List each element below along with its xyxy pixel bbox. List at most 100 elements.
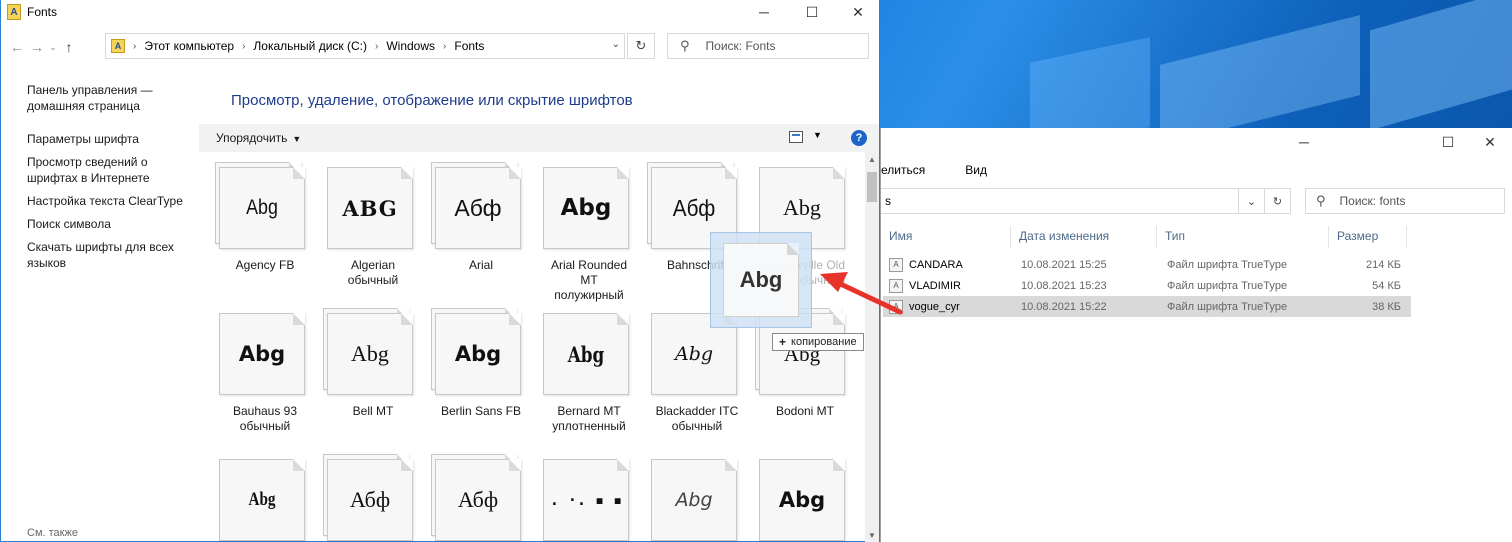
- recent-locations-chevron-icon[interactable]: ⌄: [47, 42, 59, 53]
- wallpaper-pane: [1370, 0, 1512, 131]
- column-headers: Имя Дата изменения Тип Размер: [881, 226, 1421, 248]
- wallpaper-pane: [1160, 15, 1360, 145]
- task-link[interactable]: Скачать шрифты для всех языков: [27, 239, 187, 271]
- command-bar: Упорядочить ▼ ▼ ?: [199, 124, 879, 152]
- font-file-icon: A: [889, 257, 903, 272]
- drag-ghost-sample: Abg: [739, 267, 783, 292]
- scroll-up-icon[interactable]: ▲: [865, 152, 879, 166]
- fonts-folder-icon: A: [7, 4, 21, 20]
- chevron-down-icon: ▼: [292, 134, 302, 144]
- up-arrow-icon[interactable]: ↑: [59, 39, 79, 55]
- breadcrumb-this-pc[interactable]: Этот компьютер: [144, 39, 234, 53]
- file-type: Файл шрифта TrueType: [1167, 258, 1288, 271]
- file-name: CANDARA: [909, 258, 963, 271]
- ribbon-tab-share[interactable]: елиться: [881, 163, 925, 177]
- font-name-label: Arial Rounded MT полужирный: [550, 258, 628, 302]
- search-placeholder: Поиск: fonts: [1339, 194, 1406, 208]
- left-task-pane: Панель управления — домашняя страница Пар…: [27, 82, 187, 278]
- font-file-icon: A: [889, 299, 903, 314]
- ribbon-tabs: елиться Вид: [881, 156, 1512, 184]
- font-name-label: Blackadder ITC обычный: [655, 404, 739, 433]
- navigation-bar: ← → ⌄ ↑ A › Этот компьютер › Локальный д…: [1, 33, 879, 61]
- file-row[interactable]: Avogue_cyr 10.08.2021 15:22 Файл шрифта Tr…: [883, 296, 1411, 317]
- column-header-date[interactable]: Дата изменения: [1011, 226, 1157, 248]
- view-options-chevron-icon[interactable]: ▼: [813, 130, 822, 140]
- scrollbar-thumb[interactable]: [867, 172, 877, 202]
- search-input[interactable]: ⚲ Поиск: Fonts: [667, 33, 869, 59]
- breadcrumb-fonts[interactable]: Fonts: [454, 39, 484, 53]
- fonts-folder-icon: A: [111, 39, 125, 53]
- font-sample: Abg: [560, 195, 612, 221]
- font-sample: ABG: [342, 195, 398, 221]
- task-link[interactable]: Просмотр сведений о шрифтах в Интернете: [27, 154, 187, 186]
- file-date: 10.08.2021 15:23: [1021, 279, 1107, 292]
- font-name-label: Algerian обычный: [347, 258, 399, 287]
- task-link[interactable]: Настройка текста ClearType: [27, 193, 187, 209]
- font-sample: Abg: [248, 489, 276, 510]
- file-row[interactable]: A VLADIMIR 10.08.2021 15:23 Файл шрифта Tru…: [883, 275, 1411, 296]
- font-sample: Абф: [349, 487, 391, 512]
- chevron-down-icon[interactable]: ⌄: [612, 39, 620, 50]
- breadcrumb-separator-icon[interactable]: ›: [242, 41, 245, 52]
- change-view-icon[interactable]: [789, 131, 803, 143]
- minimize-icon[interactable]: ─: [1281, 128, 1327, 156]
- ribbon-tab-view[interactable]: Вид: [965, 163, 987, 177]
- file-name-cell: Avogue_cyr: [883, 299, 1015, 314]
- font-grid: Abg Agency FB ABG Algerian обычный Абф Arial A…: [211, 162, 861, 542]
- close-icon[interactable]: ✕: [835, 0, 881, 24]
- chevron-down-icon[interactable]: ⌄: [1238, 189, 1264, 213]
- task-link[interactable]: Панель управления — домашняя страница: [27, 82, 187, 114]
- organize-button[interactable]: Упорядочить ▼: [216, 131, 301, 145]
- file-date: 10.08.2021 15:22: [1021, 300, 1107, 313]
- font-name-label: Arial: [468, 258, 493, 272]
- font-sample: Абф: [672, 194, 716, 221]
- maximize-icon[interactable]: ☐: [1425, 128, 1471, 156]
- plus-icon: +: [779, 335, 787, 349]
- scroll-down-icon[interactable]: ▼: [865, 528, 879, 542]
- organize-label: Упорядочить: [216, 131, 288, 145]
- column-header-size[interactable]: Размер: [1329, 226, 1407, 248]
- page-title: Просмотр, удаление, отображение или скры…: [231, 92, 633, 109]
- task-link[interactable]: Параметры шрифта: [27, 131, 187, 147]
- forward-arrow-icon[interactable]: →: [27, 39, 47, 55]
- search-input[interactable]: ⚲ Поиск: fonts: [1305, 188, 1505, 214]
- font-sample: Abg: [351, 341, 389, 366]
- explorer-window-fonts-folder[interactable]: ─ ☐ ✕ елиться Вид s ⌄ ↻ ⚲ Поиск: fonts И…: [880, 128, 1512, 542]
- task-link[interactable]: Поиск символа: [27, 216, 187, 232]
- font-name-label: Bell MT: [352, 404, 394, 418]
- file-size: 54 КБ: [1372, 279, 1401, 292]
- close-icon[interactable]: ✕: [1467, 128, 1512, 156]
- breadcrumb-windows[interactable]: Windows: [386, 39, 435, 53]
- refresh-button[interactable]: ↻: [627, 33, 655, 59]
- address-bar[interactable]: A › Этот компьютер › Локальный диск (C:)…: [105, 33, 625, 59]
- maximize-icon[interactable]: ☐: [789, 0, 835, 24]
- breadcrumb-separator-icon[interactable]: ›: [443, 41, 446, 52]
- refresh-icon[interactable]: ↻: [1264, 189, 1290, 213]
- title-bar: ─ ☐ ✕: [881, 128, 1512, 156]
- font-sample: . ·. ▪ ▪: [549, 491, 623, 509]
- file-name-cell: A VLADIMIR: [883, 278, 1015, 293]
- breadcrumb-separator-icon[interactable]: ›: [133, 41, 136, 52]
- address-bar[interactable]: s ⌄ ↻: [881, 188, 1291, 214]
- column-header-type[interactable]: Тип: [1157, 226, 1329, 248]
- font-sample: Abg: [454, 342, 502, 366]
- file-type: Файл шрифта TrueType: [1167, 300, 1288, 313]
- font-sample: Abg: [246, 196, 278, 219]
- copy-tooltip-text: копирование: [791, 336, 857, 348]
- file-row[interactable]: A CANDARA 10.08.2021 15:25 Файл шрифта True…: [883, 254, 1411, 275]
- breadcrumb-separator-icon[interactable]: ›: [375, 41, 378, 52]
- font-sample: Абф: [457, 487, 499, 512]
- font-name-label: Bauhaus 93 обычный: [232, 404, 298, 433]
- font-name-label: Agency FB: [235, 258, 295, 272]
- font-sample: Абф: [454, 194, 502, 221]
- file-size: 214 КБ: [1365, 258, 1401, 271]
- file-name: VLADIMIR: [909, 279, 961, 292]
- minimize-icon[interactable]: ─: [741, 0, 787, 24]
- breadcrumb-local-disk[interactable]: Локальный диск (C:): [253, 39, 367, 53]
- file-name-cell: A CANDARA: [883, 257, 1015, 272]
- column-header-name[interactable]: Имя: [881, 226, 1011, 248]
- back-arrow-icon[interactable]: ←: [7, 39, 27, 55]
- vertical-scrollbar[interactable]: ▲ ▼: [865, 152, 879, 542]
- font-name-label: Bernard MT уплотненный: [552, 404, 626, 433]
- help-button[interactable]: ?: [851, 130, 867, 146]
